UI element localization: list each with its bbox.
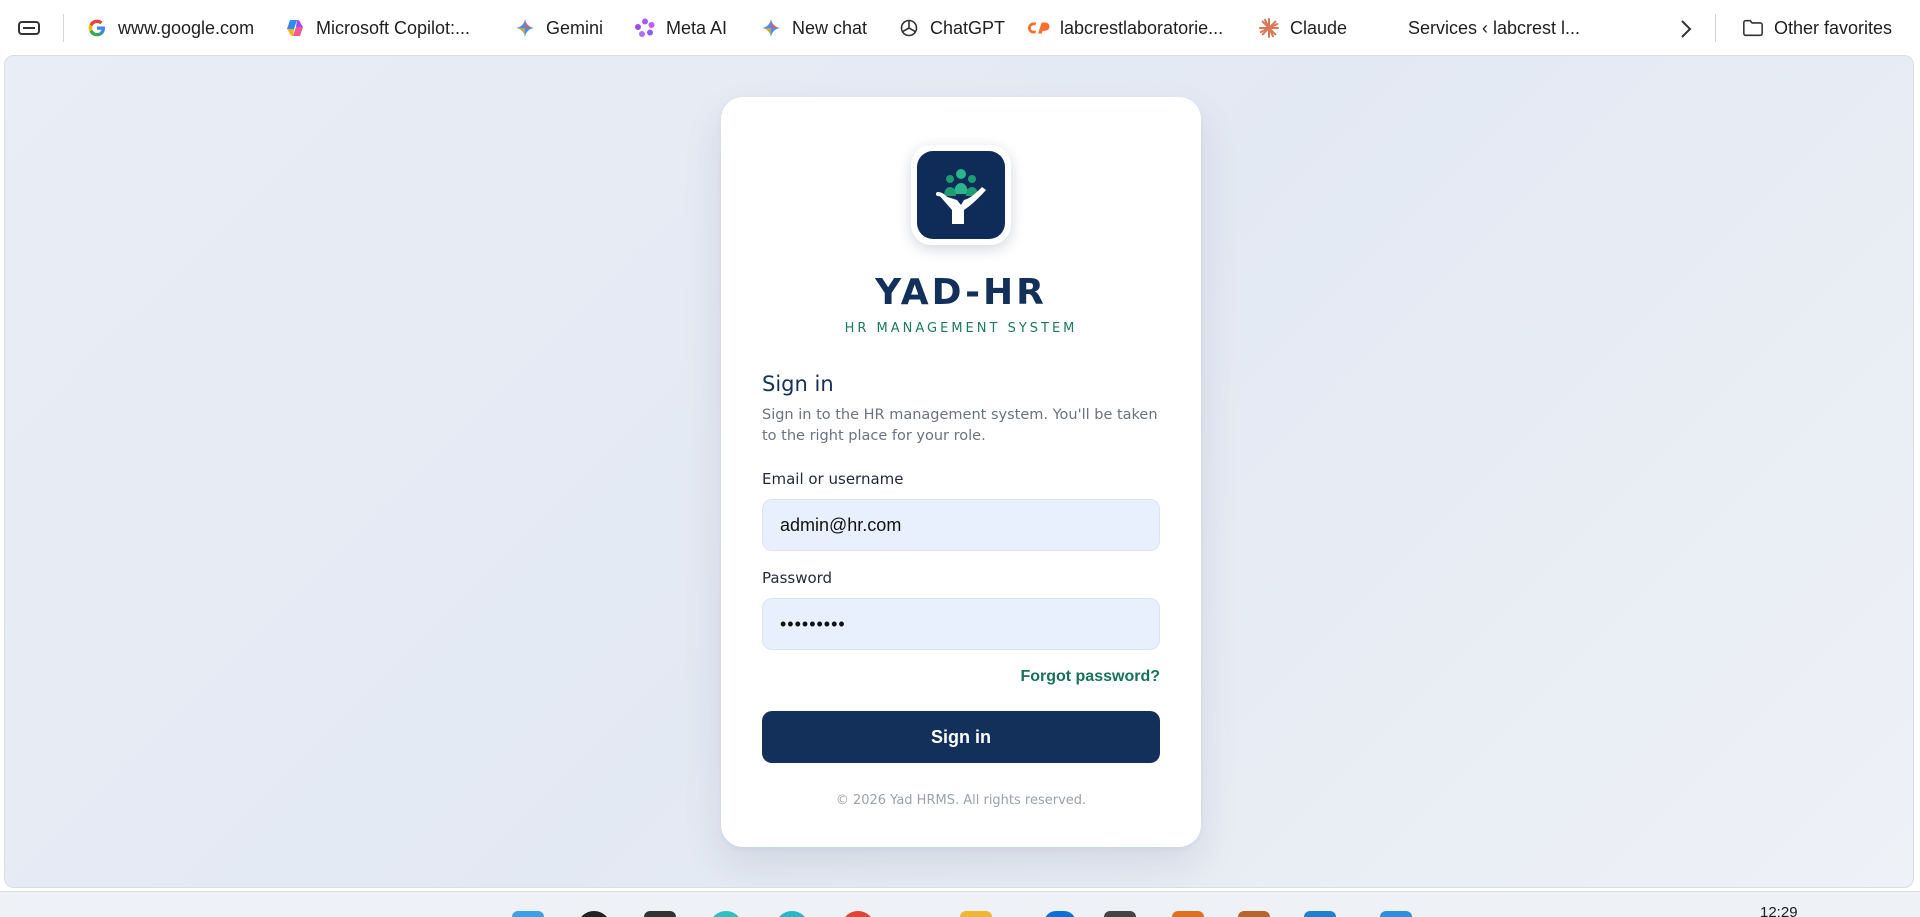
- chrome-icon[interactable]: [842, 911, 874, 917]
- favorites-divider: [63, 14, 64, 42]
- login-card: YAD-HR HR MANAGEMENT SYSTEM Sign in Sign…: [721, 97, 1201, 847]
- notification-badge-icon[interactable]: [1044, 911, 1076, 917]
- signin-subtitle: Sign in to the HR management system. You…: [762, 407, 1158, 444]
- favorite-services-labcrest[interactable]: Services ‹ labcrest l...: [1408, 13, 1580, 43]
- signin-heading: Sign in: [762, 372, 834, 396]
- favorite-label: Services ‹ labcrest l...: [1408, 17, 1581, 38]
- other-favorites-label: Other favorites: [1774, 17, 1893, 38]
- favorite-label: www.google.com: [118, 17, 255, 38]
- edge-browser-icon[interactable]: [710, 911, 742, 917]
- task-view-icon[interactable]: [644, 911, 676, 917]
- favorite-label: Meta AI: [666, 17, 728, 38]
- favorite-labcrest[interactable]: labcrestlaboratorie...: [1028, 13, 1223, 43]
- page-viewport: YAD-HR HR MANAGEMENT SYSTEM Sign in Sign…: [4, 55, 1914, 888]
- favorite-label: New chat: [792, 17, 868, 38]
- app-icon[interactable]: [1172, 911, 1204, 917]
- meta-ai-icon: [634, 17, 656, 39]
- app-icon[interactable]: [776, 911, 808, 917]
- favorite-label: Microsoft Copilot:...: [316, 17, 471, 38]
- app-logo: [911, 145, 1011, 245]
- favorites-overflow-chevron-icon[interactable]: [1672, 15, 1700, 43]
- google-icon: [86, 17, 108, 39]
- brand-tagline: HR MANAGEMENT SYSTEM: [844, 321, 1078, 336]
- signin-button[interactable]: Sign in: [762, 711, 1160, 763]
- favorite-meta-ai[interactable]: Meta AI: [634, 13, 727, 43]
- favorite-google[interactable]: www.google.com: [86, 13, 254, 43]
- favorite-label: ChatGPT: [930, 17, 1006, 38]
- hand-with-people-logo-icon: [917, 151, 1005, 239]
- gemini-icon: [514, 17, 536, 39]
- password-label: Password: [762, 569, 833, 587]
- email-field[interactable]: admin@hr.com: [762, 499, 1160, 551]
- favorites-divider: [1715, 14, 1716, 42]
- app-icon[interactable]: [1238, 911, 1270, 917]
- app-icon[interactable]: [1304, 911, 1336, 917]
- brand-name: YAD-HR: [875, 272, 1047, 313]
- app-icon[interactable]: [1380, 911, 1412, 917]
- gemini-icon: [760, 17, 782, 39]
- copyright-footer: © 2026 Yad HRMS. All rights reserved.: [835, 793, 1087, 808]
- start-icon[interactable]: [512, 911, 544, 917]
- app-icon[interactable]: [1104, 911, 1136, 917]
- copilot-icon: [284, 17, 306, 39]
- cpanel-icon: [1028, 17, 1050, 39]
- file-explorer-icon[interactable]: [960, 911, 992, 917]
- favorite-claude[interactable]: Claude: [1258, 13, 1347, 43]
- folder-icon: [1742, 17, 1764, 39]
- favorite-label: Claude: [1290, 17, 1348, 38]
- favorite-new-chat[interactable]: New chat: [760, 13, 867, 43]
- favorite-copilot[interactable]: Microsoft Copilot:...: [284, 13, 470, 43]
- claude-icon: [1258, 17, 1280, 39]
- forgot-password-link[interactable]: Forgot password?: [1020, 668, 1160, 686]
- password-field[interactable]: •••••••••: [762, 598, 1160, 650]
- search-icon[interactable]: [578, 911, 610, 917]
- favorite-label: labcrestlaboratorie...: [1060, 17, 1224, 38]
- other-favorites-folder[interactable]: Other favorites: [1742, 13, 1892, 43]
- chatgpt-icon: [898, 17, 920, 39]
- email-label: Email or username: [762, 470, 904, 488]
- windows-taskbar: 12:29: [0, 891, 1920, 917]
- taskbar-clock[interactable]: 12:29: [1760, 904, 1798, 917]
- favorite-chatgpt[interactable]: ChatGPT: [898, 13, 1005, 43]
- favorite-gemini[interactable]: Gemini: [514, 13, 603, 43]
- favorites-bar: www.google.com Microsoft Copilot:... Gem…: [0, 0, 1920, 55]
- favorite-label: Gemini: [546, 17, 604, 38]
- collections-icon[interactable]: [16, 17, 42, 39]
